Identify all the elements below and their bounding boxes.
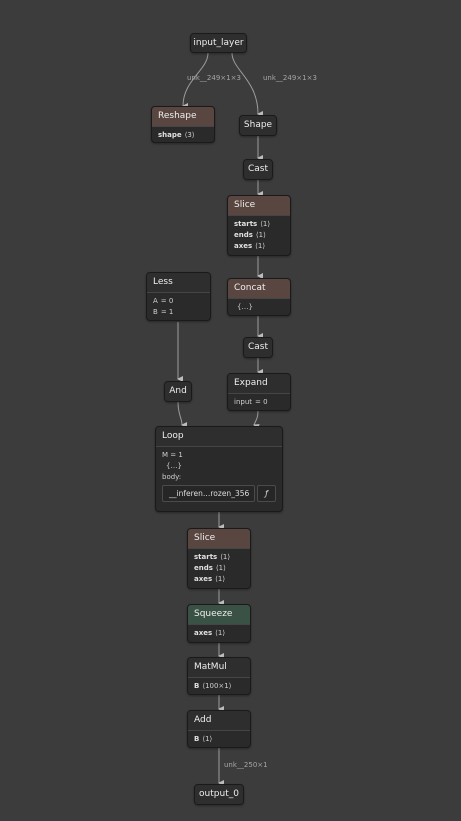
node-title: Reshape	[152, 107, 214, 126]
attr-row: A = 0	[153, 297, 174, 305]
attr-row: axes ⟨1⟩	[194, 575, 226, 583]
node-title: Slice	[188, 529, 250, 548]
node-add[interactable]: Add B ⟨1⟩	[187, 710, 251, 748]
edge-label: unk__250×1	[224, 761, 268, 769]
attr-row: ends ⟨1⟩	[194, 564, 226, 572]
node-slice[interactable]: Slice starts ⟨1⟩ ends ⟨1⟩ axes ⟨1⟩	[227, 195, 291, 256]
node-input-layer[interactable]: input_layer	[190, 33, 247, 53]
node-title: Expand	[228, 374, 290, 393]
attr-row: axes ⟨1⟩	[194, 629, 226, 637]
node-expand[interactable]: Expand input = 0	[227, 373, 291, 411]
node-cast[interactable]: Cast	[243, 159, 273, 180]
node-cast[interactable]: Cast	[243, 337, 273, 358]
node-title: Slice	[228, 196, 290, 215]
attr-row: starts ⟨1⟩	[234, 220, 271, 228]
attr-row: B ⟨100×1⟩	[194, 682, 232, 690]
function-icon[interactable]: ƒ	[257, 485, 276, 502]
subgraph-name[interactable]: __inferen…rozen_356	[162, 485, 255, 502]
node-title: Less	[147, 273, 210, 292]
edge-and-to-loop	[177, 401, 188, 428]
edge-label: unk__249×1×3	[187, 74, 241, 82]
node-loop[interactable]: Loop M = 1 {…} body: __inferen…rozen_356…	[155, 426, 283, 512]
node-reshape[interactable]: Reshape shape ⟨3⟩	[151, 106, 215, 143]
node-title: output_0	[195, 785, 243, 804]
attr-row: shape ⟨3⟩	[158, 131, 195, 139]
node-and[interactable]: And	[164, 381, 192, 402]
node-title: Shape	[240, 116, 276, 135]
attr-row: B ⟨1⟩	[194, 735, 213, 743]
node-title: Concat	[228, 279, 290, 298]
node-title: input_layer	[191, 34, 246, 52]
node-title: MatMul	[188, 658, 250, 677]
node-slice[interactable]: Slice starts ⟨1⟩ ends ⟨1⟩ axes ⟨1⟩	[187, 528, 251, 589]
node-squeeze[interactable]: Squeeze axes ⟨1⟩	[187, 604, 251, 643]
attr-row: ends ⟨1⟩	[234, 231, 266, 239]
attr-row: starts ⟨1⟩	[194, 553, 231, 561]
node-content: {…}	[166, 462, 182, 470]
node-title: Cast	[244, 160, 272, 179]
node-content: {…}	[237, 303, 253, 311]
node-title: Add	[188, 711, 250, 730]
edge-label: unk__249×1×3	[263, 74, 317, 82]
node-concat[interactable]: Concat {…}	[227, 278, 291, 316]
body-label: body:	[162, 473, 182, 481]
edge-expand-to-loop	[253, 410, 260, 430]
node-matmul[interactable]: MatMul B ⟨100×1⟩	[187, 657, 251, 695]
node-title: Loop	[156, 427, 282, 446]
node-shape[interactable]: Shape	[239, 115, 277, 136]
attr-row: M = 1	[162, 451, 183, 459]
node-title: Squeeze	[188, 605, 250, 624]
attr-row: input = 0	[234, 398, 268, 406]
node-title: Cast	[244, 338, 272, 357]
node-output[interactable]: output_0	[194, 784, 244, 805]
node-less[interactable]: Less A = 0 B = 1	[146, 272, 211, 321]
attr-row: axes ⟨1⟩	[234, 242, 266, 250]
node-title: And	[165, 382, 191, 401]
edge-input-to-shape	[231, 52, 264, 117]
attr-row: B = 1	[153, 308, 174, 316]
